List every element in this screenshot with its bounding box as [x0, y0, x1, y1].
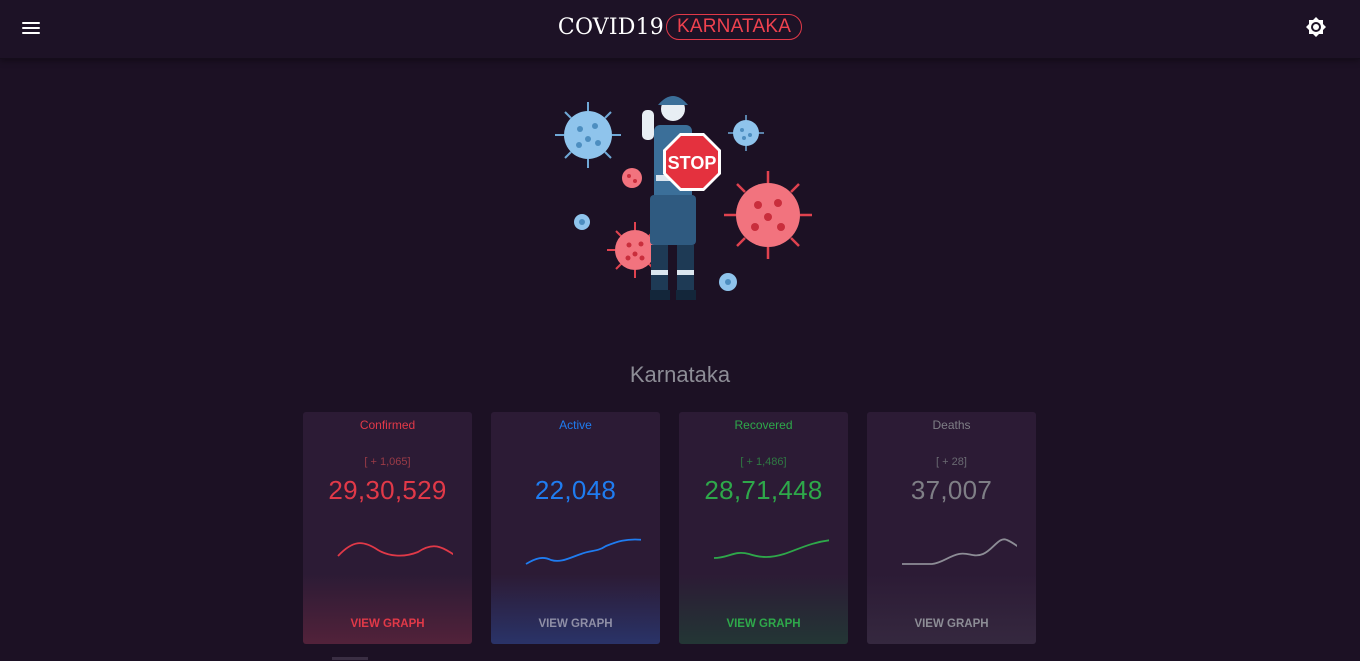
card-label: Confirmed: [359, 418, 416, 432]
card-label: Deaths: [932, 418, 971, 432]
virus-blue-tiny-icon: [574, 214, 590, 230]
card-value: 37,007: [910, 475, 993, 505]
card-label: Active: [559, 418, 592, 432]
sparkline-active: [525, 538, 641, 565]
app-title: COVID19: [557, 15, 664, 40]
card-delta: [ + 28]: [936, 456, 967, 468]
card-delta: [ + 1,486]: [740, 456, 787, 468]
view-graph-button[interactable]: VIEW GRAPH: [303, 618, 472, 630]
stat-card-confirmed[interactable]: Confirmed [ + 1,065] 29,30,529 VIEW GRAP…: [303, 412, 472, 644]
card-value: 22,048: [534, 475, 617, 505]
top-navbar: COVID19 KARNATAKA: [0, 0, 1360, 59]
stat-card-recovered[interactable]: Recovered [ + 1,486] 28,71,448 VIEW GRAP…: [679, 412, 848, 644]
view-graph-button[interactable]: VIEW GRAPH: [679, 618, 848, 630]
state-badge: KARNATAKA: [666, 14, 803, 40]
virus-red-large-icon: [724, 171, 812, 259]
brightness-icon[interactable]: [1305, 16, 1327, 38]
hero-illustration: STOP: [550, 85, 820, 310]
stop-sign-text: STOP: [668, 153, 717, 173]
brand-title[interactable]: COVID19 KARNATAKA: [0, 14, 1360, 40]
stat-card-deaths[interactable]: Deaths [ + 28] 37,007 VIEW GRAPH: [867, 412, 1036, 644]
view-graph-button[interactable]: VIEW GRAPH: [491, 618, 660, 630]
worker-figure-icon: [642, 96, 696, 300]
card-value: 28,71,448: [704, 475, 823, 505]
virus-blue-tiny-icon: [719, 273, 737, 291]
section-divider: [332, 657, 368, 660]
card-delta: [ + 1,065]: [364, 456, 411, 468]
sparkline-deaths: [902, 538, 1017, 565]
virus-blue-large-icon: [555, 102, 621, 168]
card-value: 29,30,529: [328, 475, 447, 505]
sparkline-recovered: [713, 539, 829, 559]
view-graph-button[interactable]: VIEW GRAPH: [867, 618, 1036, 630]
stat-card-active[interactable]: Active 22,048 VIEW GRAPH: [491, 412, 660, 644]
virus-red-small-icon: [622, 168, 642, 188]
region-title: Karnataka: [629, 362, 731, 387]
virus-blue-small-icon: [728, 115, 764, 151]
card-label: Recovered: [734, 418, 793, 432]
stop-sign-icon: STOP: [663, 133, 721, 191]
sparkline-confirmed: [337, 542, 453, 557]
